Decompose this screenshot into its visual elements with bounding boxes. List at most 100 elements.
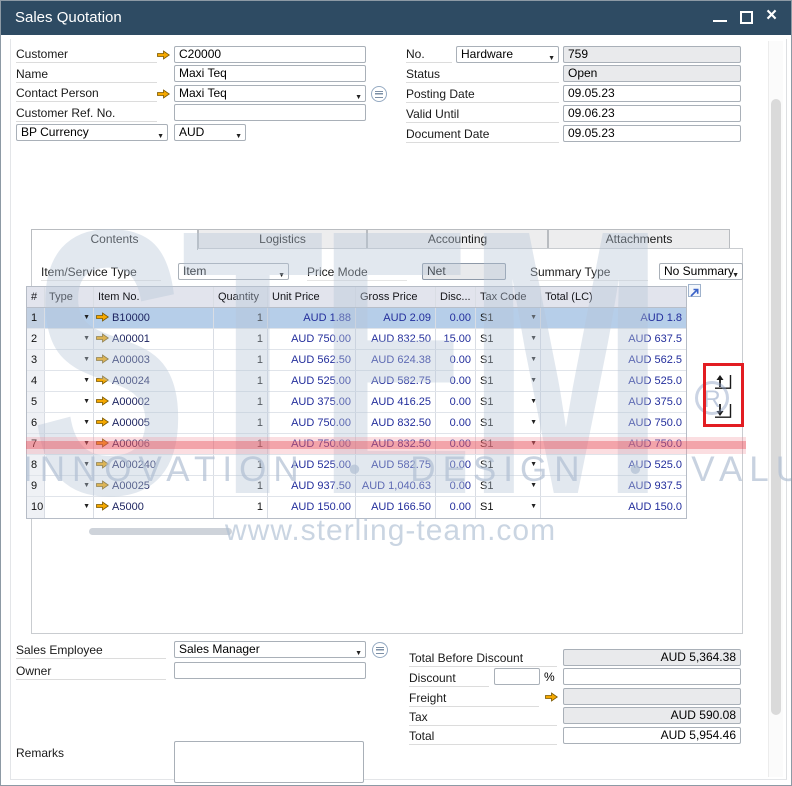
- link-arrow-icon[interactable]: [96, 375, 109, 385]
- gross-price-cell[interactable]: AUD 832.50: [356, 434, 436, 454]
- currency-select[interactable]: AUD▼: [174, 124, 246, 141]
- table-row[interactable]: 2 ▼ A00001 1 AUD 750.00 AUD 832.50 15.00…: [27, 329, 686, 350]
- gross-price-cell[interactable]: AUD 832.50: [356, 413, 436, 433]
- col-header-type[interactable]: Type: [45, 287, 94, 307]
- valid-until-field[interactable]: 09.06.23: [563, 105, 741, 122]
- table-row[interactable]: 10 ▼ A5000 1 AUD 150.00 AUD 166.50 0.00 …: [27, 497, 686, 518]
- unit-price-cell[interactable]: AUD 375.00: [268, 392, 356, 412]
- discount-cell[interactable]: 0.00: [436, 455, 476, 475]
- contact-detail-button[interactable]: [371, 86, 387, 102]
- tax-code-cell[interactable]: S1▼: [476, 455, 541, 475]
- tab-contents[interactable]: Contents: [31, 229, 198, 250]
- col-header-total[interactable]: Total (LC): [541, 287, 686, 307]
- gross-price-cell[interactable]: AUD 624.38: [356, 350, 436, 370]
- quantity-cell[interactable]: 1: [214, 434, 268, 454]
- total-cell[interactable]: AUD 750.0: [541, 434, 686, 454]
- item-no-cell[interactable]: A000240: [94, 455, 214, 475]
- tax-code-cell[interactable]: S1▼: [476, 308, 541, 328]
- table-row[interactable]: 4 ▼ A00024 1 AUD 525.00 AUD 582.75 0.00 …: [27, 371, 686, 392]
- quantity-cell[interactable]: 1: [214, 350, 268, 370]
- table-row[interactable]: 3 ▼ A00003 1 AUD 562.50 AUD 624.38 0.00 …: [27, 350, 686, 371]
- quantity-cell[interactable]: 1: [214, 371, 268, 391]
- item-no-cell[interactable]: A00024: [94, 371, 214, 391]
- table-row[interactable]: 9 ▼ A00025 1 AUD 937.50 AUD 1,040.63 0.0…: [27, 476, 686, 497]
- total-cell[interactable]: AUD 637.5: [541, 329, 686, 349]
- maximize-button[interactable]: [735, 1, 759, 35]
- type-cell[interactable]: ▼: [45, 455, 94, 475]
- discount-cell[interactable]: 15.00: [436, 329, 476, 349]
- expand-grid-button[interactable]: [688, 284, 701, 297]
- customer-ref-field[interactable]: [174, 104, 366, 121]
- tax-code-cell[interactable]: S1▼: [476, 497, 541, 518]
- total-cell[interactable]: AUD 750.0: [541, 413, 686, 433]
- unit-price-cell[interactable]: AUD 750.00: [268, 413, 356, 433]
- col-header-num[interactable]: #: [27, 287, 45, 307]
- col-header-gross[interactable]: Gross Price: [356, 287, 436, 307]
- item-no-cell[interactable]: A00006: [94, 434, 214, 454]
- unit-price-cell[interactable]: AUD 150.00: [268, 497, 356, 518]
- link-arrow-icon[interactable]: [96, 333, 109, 343]
- discount-percent-input[interactable]: [494, 668, 540, 685]
- discount-cell[interactable]: 0.00: [436, 413, 476, 433]
- type-cell[interactable]: ▼: [45, 392, 94, 412]
- gross-price-cell[interactable]: AUD 2.09: [356, 308, 436, 328]
- tax-code-cell[interactable]: S1▼: [476, 413, 541, 433]
- owner-field[interactable]: [174, 662, 366, 679]
- quantity-cell[interactable]: 1: [214, 329, 268, 349]
- link-arrow-icon[interactable]: [545, 692, 558, 702]
- table-row[interactable]: 6 ▼ A00005 1 AUD 750.00 AUD 832.50 0.00 …: [27, 413, 686, 434]
- type-cell[interactable]: ▼: [45, 371, 94, 391]
- tab-attachments[interactable]: Attachments: [548, 229, 730, 249]
- item-no-cell[interactable]: A00003: [94, 350, 214, 370]
- unit-price-cell[interactable]: AUD 937.50: [268, 476, 356, 496]
- row-number[interactable]: 4: [27, 371, 45, 391]
- item-service-type-select[interactable]: Item▼: [178, 263, 289, 280]
- item-no-cell[interactable]: A00002: [94, 392, 214, 412]
- type-cell[interactable]: ▼: [45, 329, 94, 349]
- item-no-cell[interactable]: A00025: [94, 476, 214, 496]
- gross-price-cell[interactable]: AUD 1,040.63: [356, 476, 436, 496]
- total-cell[interactable]: AUD 525.0: [541, 371, 686, 391]
- quantity-cell[interactable]: 1: [214, 413, 268, 433]
- total-cell[interactable]: AUD 937.5: [541, 476, 686, 496]
- link-arrow-icon[interactable]: [96, 480, 109, 490]
- tax-code-cell[interactable]: S1▼: [476, 371, 541, 391]
- type-cell[interactable]: ▼: [45, 350, 94, 370]
- total-cell[interactable]: AUD 525.0: [541, 455, 686, 475]
- doc-number-field[interactable]: 759: [563, 46, 741, 63]
- type-cell[interactable]: ▼: [45, 497, 94, 518]
- tab-logistics[interactable]: Logistics: [198, 229, 367, 249]
- link-arrow-icon[interactable]: [96, 354, 109, 364]
- col-header-qty[interactable]: Quantity: [214, 287, 268, 307]
- table-row[interactable]: 5 ▼ A00002 1 AUD 375.00 AUD 416.25 0.00 …: [27, 392, 686, 413]
- unit-price-cell[interactable]: AUD 525.00: [268, 371, 356, 391]
- item-no-cell[interactable]: B10000: [94, 308, 214, 328]
- total-cell[interactable]: AUD 562.5: [541, 350, 686, 370]
- link-arrow-icon[interactable]: [157, 89, 170, 99]
- item-no-cell[interactable]: A00005: [94, 413, 214, 433]
- item-no-cell[interactable]: A00001: [94, 329, 214, 349]
- col-header-disc[interactable]: Disc...: [436, 287, 476, 307]
- vertical-scrollbar-track[interactable]: [768, 41, 783, 777]
- discount-cell[interactable]: 0.00: [436, 371, 476, 391]
- type-cell[interactable]: ▼: [45, 434, 94, 454]
- item-no-cell[interactable]: A5000: [94, 497, 214, 518]
- link-arrow-icon[interactable]: [96, 459, 109, 469]
- posting-date-field[interactable]: 09.05.23: [563, 85, 741, 102]
- series-select[interactable]: Hardware▼: [456, 46, 559, 63]
- tax-code-cell[interactable]: S1▼: [476, 350, 541, 370]
- total-cell[interactable]: AUD 1.8: [541, 308, 686, 328]
- tax-code-cell[interactable]: S1▼: [476, 392, 541, 412]
- row-number[interactable]: 7: [27, 434, 45, 454]
- table-row[interactable]: 1 ▼ B10000 1 AUD 1.88 AUD 2.09 0.00 S1▼ …: [27, 308, 686, 329]
- row-number[interactable]: 3: [27, 350, 45, 370]
- row-number[interactable]: 5: [27, 392, 45, 412]
- tax-code-cell[interactable]: S1▼: [476, 329, 541, 349]
- gross-price-cell[interactable]: AUD 582.75: [356, 455, 436, 475]
- vertical-scrollbar-thumb[interactable]: [771, 99, 781, 715]
- discount-cell[interactable]: 0.00: [436, 476, 476, 496]
- table-row[interactable]: 8 ▼ A000240 1 AUD 525.00 AUD 582.75 0.00…: [27, 455, 686, 476]
- discount-cell[interactable]: 0.00: [436, 308, 476, 328]
- quantity-cell[interactable]: 1: [214, 455, 268, 475]
- discount-cell[interactable]: 0.00: [436, 434, 476, 454]
